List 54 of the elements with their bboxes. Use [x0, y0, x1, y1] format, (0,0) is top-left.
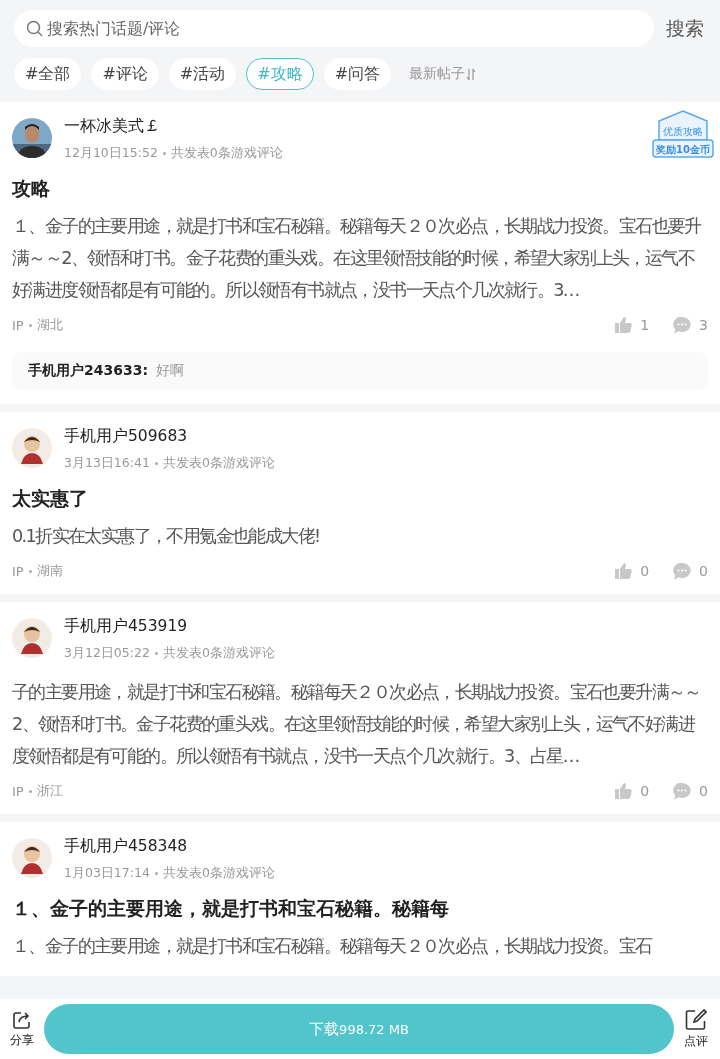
post-body: 0.1折实在太实惠了，不用氪金也能成大佬! — [12, 525, 321, 548]
topic-tag[interactable]: #问答 — [323, 58, 392, 90]
thumbs-up-icon[interactable] — [615, 317, 633, 333]
comment-count: 0 — [699, 563, 708, 579]
comment-icon[interactable] — [673, 782, 692, 800]
post-meta: 共发表0条游戏评论 — [162, 865, 275, 882]
post-time: 3月13日16:41 — [64, 455, 150, 472]
user-name[interactable]: 一杯冰美式￡ — [64, 116, 283, 137]
sort-icon[interactable] — [466, 67, 477, 81]
thumbs-up-icon[interactable] — [615, 563, 633, 579]
topic-tag[interactable]: #活动 — [168, 58, 237, 90]
comment-count: 3 — [699, 317, 708, 333]
topic-tag[interactable]: #全部 — [14, 58, 82, 90]
post-meta: 共发表0条游戏评论 — [170, 145, 283, 162]
review-button[interactable]: 点评 — [684, 1008, 708, 1050]
post-title: １、金子的主要用途，就是打书和宝石秘籍。秘籍每 — [12, 896, 450, 921]
avatar-icon — [12, 428, 52, 468]
post-title: 攻略 — [12, 176, 51, 201]
reply-user: 手机用户243633: — [28, 362, 149, 380]
ip-label: IP — [12, 563, 24, 579]
post-title: 太实惠了 — [12, 486, 89, 511]
ip-region: 湖南 — [36, 562, 63, 580]
comment-icon[interactable] — [673, 316, 692, 334]
like-count: 0 — [640, 563, 650, 579]
reply-text: 好啊 — [156, 362, 185, 380]
post-time: 1月03日17:14 — [64, 865, 150, 882]
ip-region: 浙江 — [36, 782, 63, 800]
post-time: 12月10日15:52 — [64, 145, 158, 162]
thumbs-up-icon[interactable] — [615, 783, 633, 799]
ip-label: IP — [12, 783, 24, 799]
ip-region: 湖北 — [36, 316, 63, 334]
ip-label: IP — [12, 317, 24, 333]
post-meta: 共发表0条游戏评论 — [162, 455, 275, 472]
post-body: １、金子的主要用途，就是打书和宝石秘籍。秘籍每天２０次必点，长期战力投资。宝石也要升满～～2、领悟和打书。金子花费的重头戏。在这里领悟技能的时候，希望大家别上头，运气不好满进度领悟都是有可能的。所以领悟有书就点，没书一天点个几次就行。3… — [12, 215, 703, 302]
user-name[interactable]: 手机用户453919 — [64, 616, 275, 637]
search-field[interactable]: 搜索热门话题/评论 — [14, 10, 654, 47]
share-icon — [12, 1009, 32, 1030]
user-name[interactable]: 手机用户509683 — [64, 426, 275, 447]
post-body: １、金子的主要用途，就是打书和宝石秘籍。秘籍每天２０次必点，长期战力投资。宝石 — [12, 935, 654, 958]
topic-tag[interactable]: #评论 — [91, 58, 159, 90]
like-count: 0 — [640, 783, 650, 799]
post-time: 3月12日05:22 — [64, 645, 150, 662]
user-name[interactable]: 手机用户458348 — [64, 836, 275, 857]
comment-count: 0 — [699, 783, 708, 799]
reply-preview[interactable]: 手机用户243633: 好啊 — [12, 352, 708, 390]
avatar-icon — [12, 618, 52, 658]
post-meta: 共发表0条游戏评论 — [162, 645, 275, 662]
edit-icon — [685, 1008, 707, 1031]
share-button[interactable]: 分享 — [10, 1009, 34, 1049]
search-button[interactable]: 搜索 — [664, 15, 706, 42]
like-count: 1 — [640, 317, 650, 333]
comment-icon[interactable] — [673, 562, 692, 580]
post-body: 子的主要用途，就是打书和宝石秘籍。秘籍每天２０次必点，长期战力投资。宝石也要升满～～2、领悟和打书。金子花费的重头戏。在这里领悟技能的时候，希望大家别上头，运气不好满进度领悟都是有可能的。所以领悟有书就点，没书一天点个几次就行。3、占星… — [12, 681, 702, 768]
avatar-icon — [12, 838, 52, 878]
